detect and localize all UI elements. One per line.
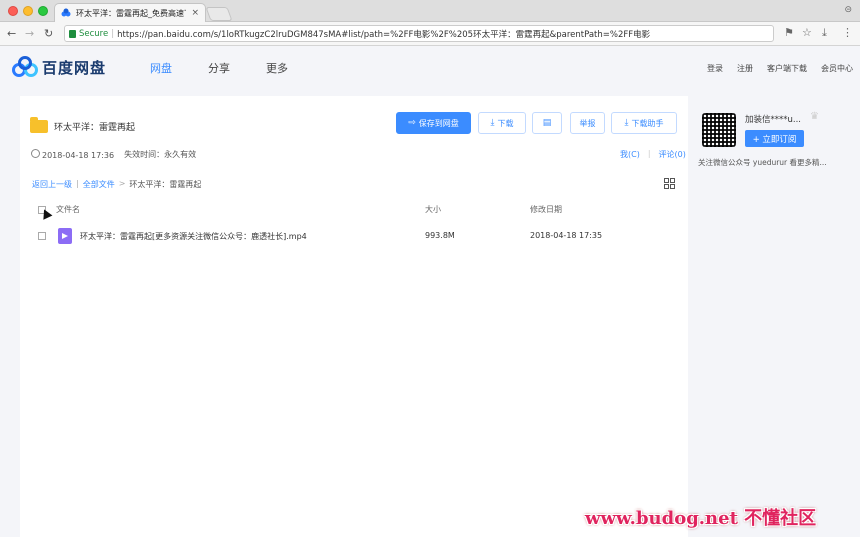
browser-toolbar: ← → ↻ Secure | https://pan.baidu.com/s/1… <box>0 22 860 46</box>
header-modified[interactable]: 修改日期 <box>530 204 562 215</box>
bookmark-star-icon[interactable]: ☆ <box>802 26 812 39</box>
breadcrumb-separator: > <box>118 179 126 188</box>
download-icon[interactable]: ⤓ <box>822 26 827 40</box>
extension-icon[interactable]: ⚑ <box>784 26 794 39</box>
tab-close-icon[interactable]: × <box>191 8 199 18</box>
back-arrow-icon[interactable]: ← <box>7 27 16 40</box>
expire-label: 失效时间：永久有效 <box>124 150 197 159</box>
download-label: 下载 <box>497 118 514 128</box>
breadcrumb: 返回上一级 | 全部文件 > 环太平洋：雷霆再起 <box>32 179 201 190</box>
folder-icon <box>30 117 48 133</box>
helper-download-icon: ⤓ <box>624 118 629 128</box>
reload-icon[interactable]: ↻ <box>44 27 53 40</box>
login-link[interactable]: 登录 <box>707 63 723 74</box>
register-link[interactable]: 注册 <box>737 63 753 74</box>
comments-link[interactable]: 评论(0) <box>659 149 686 160</box>
browser-tab[interactable]: 环太平洋：雷霆再起_免费高速下 × <box>54 3 206 22</box>
video-file-icon <box>58 228 72 244</box>
table-row[interactable]: 环太平洋：雷霆再起[更多资源关注微信公众号：鹿透社长].mp4 993.8M 2… <box>38 226 678 246</box>
grid-view-icon[interactable] <box>664 178 675 189</box>
share-title: 环太平洋：雷霆再起 <box>54 123 136 133</box>
file-name[interactable]: 环太平洋：雷霆再起[更多资源关注微信公众号：鹿透社长].mp4 <box>80 231 307 242</box>
site-header: 百度网盘 网盘 分享 更多 登录 注册 客户端下载 会员中心 <box>0 46 860 90</box>
clock-icon <box>31 149 40 158</box>
url-text: https://pan.baidu.com/s/1loRTkugzC2lruDG… <box>117 29 651 40</box>
address-divider: | <box>111 28 115 39</box>
main-nav: 网盘 分享 更多 <box>150 60 288 76</box>
header-links: 登录 注册 客户端下载 会员中心 <box>707 63 853 74</box>
tab-title: 环太平洋：雷霆再起_免费高速下 <box>76 8 187 18</box>
report-button[interactable]: 举报 <box>570 112 605 134</box>
baidu-pan-logo[interactable]: 百度网盘 <box>12 56 106 78</box>
header-size[interactable]: 大小 <box>425 204 441 215</box>
download-arrow-icon: ⤓ <box>490 118 495 128</box>
download-helper-button[interactable]: ⤓ 下载助手 <box>611 112 677 134</box>
file-size: 993.8M <box>425 231 455 240</box>
share-card: 环太平洋：雷霆再起 2018-04-18 17:36 失效时间：永久有效 ⇨ 保… <box>20 96 688 537</box>
menu-icon[interactable]: ⋮ <box>842 26 853 39</box>
close-window-button[interactable] <box>8 6 18 16</box>
save-icon: ⇨ <box>408 118 416 128</box>
new-tab-button[interactable] <box>205 7 233 21</box>
minimize-window-button[interactable] <box>23 6 33 16</box>
baidu-pan-favicon-icon <box>61 8 71 17</box>
profile-icon[interactable]: ⊝ <box>844 5 852 15</box>
breadcrumb-current: 环太平洋：雷霆再起 <box>129 180 202 189</box>
zoom-window-button[interactable] <box>38 6 48 16</box>
secure-label: Secure <box>79 28 109 39</box>
vip-center-link[interactable]: 会员中心 <box>821 63 853 74</box>
file-date: 2018-04-18 17:35 <box>530 231 603 240</box>
logo-text: 百度网盘 <box>42 58 107 77</box>
site-watermark: www.budog.net 不懂社区 <box>585 508 817 529</box>
nav-item-share[interactable]: 分享 <box>208 60 230 76</box>
file-table-header: 文件名 大小 修改日期 <box>38 204 678 218</box>
link-c[interactable]: 我(C) <box>620 149 640 160</box>
forward-arrow-icon[interactable]: → <box>25 27 34 40</box>
more-options-button[interactable]: ▤ <box>532 112 562 134</box>
cloud-logo-icon <box>12 56 38 77</box>
breadcrumb-divider: | <box>76 179 79 188</box>
list-icon: ▤ <box>542 118 552 128</box>
share-date: 2018-04-18 17:36 <box>31 149 114 160</box>
crown-icon: ♛ <box>810 111 819 122</box>
links-divider: | <box>647 149 651 158</box>
share-date-text: 2018-04-18 17:36 <box>42 151 115 160</box>
address-bar[interactable]: Secure | https://pan.baidu.com/s/1loRTku… <box>64 25 774 42</box>
browser-titlebar: 环太平洋：雷霆再起_免费高速下 × ⊝ <box>0 0 860 22</box>
breadcrumb-all-files[interactable]: 全部文件 <box>83 179 115 190</box>
sharer-profile: 加装信****u... ♛ + 立即订阅 关注微信公众号 yuedurur 看更… <box>698 110 858 180</box>
report-label: 举报 <box>579 118 596 128</box>
download-button[interactable]: ⤓ 下载 <box>478 112 526 134</box>
sharer-name[interactable]: 加装信****u... <box>745 113 801 125</box>
profile-description: 关注微信公众号 yuedurur 看更多精... <box>698 158 827 167</box>
header-filename[interactable]: 文件名 <box>56 204 80 215</box>
subscribe-button[interactable]: + 立即订阅 <box>745 130 804 147</box>
client-download-link[interactable]: 客户端下载 <box>767 63 807 74</box>
save-label: 保存到网盘 <box>418 118 459 128</box>
breadcrumb-back[interactable]: 返回上一级 <box>32 179 72 190</box>
nav-item-more[interactable]: 更多 <box>266 60 288 76</box>
row-checkbox[interactable] <box>38 232 46 240</box>
helper-label: 下载助手 <box>631 118 664 128</box>
qr-code-avatar <box>702 113 736 147</box>
save-to-netdisk-button[interactable]: ⇨ 保存到网盘 <box>396 112 471 134</box>
share-meta: 2018-04-18 17:36 失效时间：永久有效 <box>31 149 196 160</box>
lock-icon <box>69 29 76 38</box>
nav-item-netdisk[interactable]: 网盘 <box>150 60 172 76</box>
share-title-row: 环太平洋：雷霆再起 <box>30 117 136 133</box>
share-links: 我(C) | 评论(0) <box>620 149 686 160</box>
